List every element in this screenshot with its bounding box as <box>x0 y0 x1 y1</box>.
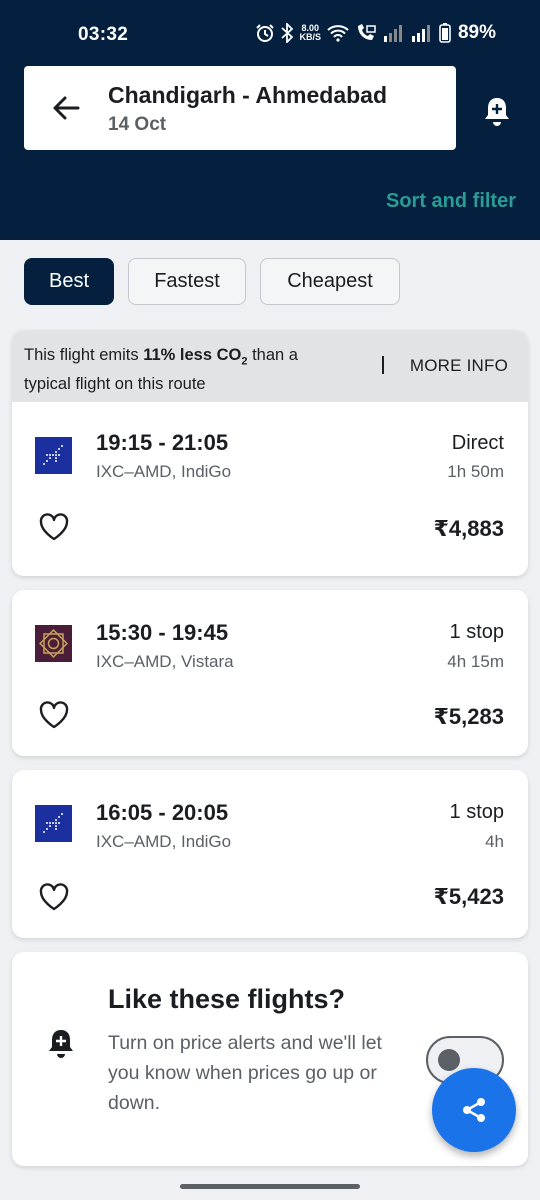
route-date: 14 Oct <box>108 114 167 135</box>
status-icons: 8.00 KB/S 89% <box>255 22 496 44</box>
status-bar: 03:32 8.00 KB/S 89% <box>0 0 540 66</box>
home-indicator[interactable] <box>180 1184 360 1189</box>
sort-tabs: Best Fastest Cheapest <box>24 258 400 305</box>
flight-card[interactable]: This flight emits 11% less CO2 than a ty… <box>12 330 528 576</box>
flight-price: ₹4,883 <box>433 516 504 541</box>
flight-price: ₹5,283 <box>433 704 504 729</box>
flight-price: ₹5,423 <box>433 884 504 909</box>
bluetooth-icon <box>281 23 294 43</box>
flight-details: 16:05 - 20:05 IXC–AMD, IndiGo 1 stop 4h … <box>12 770 528 938</box>
sort-and-filter-link[interactable]: Sort and filter <box>386 190 516 213</box>
flight-duration: 4h <box>485 832 504 851</box>
flight-card[interactable]: 16:05 - 20:05 IXC–AMD, IndiGo 1 stop 4h … <box>12 770 528 938</box>
flight-route-airline: IXC–AMD, Vistara <box>96 652 234 671</box>
heart-icon[interactable] <box>38 882 70 912</box>
eco-banner: This flight emits 11% less CO2 than a ty… <box>12 330 528 402</box>
flight-duration: 1h 50m <box>447 462 504 481</box>
route-summary-box[interactable]: Chandigarh - Ahmedabad 14 Oct <box>24 66 456 150</box>
back-arrow-icon[interactable] <box>50 92 82 124</box>
flight-stops: 1 stop <box>449 621 504 643</box>
status-time: 03:32 <box>78 24 129 45</box>
flight-stops: 1 stop <box>449 801 504 823</box>
heart-icon[interactable] <box>38 700 70 730</box>
flight-duration: 4h 15m <box>447 652 504 671</box>
signal-icon-2 <box>411 25 430 42</box>
price-alert-text: Turn on price alerts and we'll let you k… <box>108 1032 382 1114</box>
vistara-logo-icon <box>35 625 72 662</box>
battery-percent: 89% <box>457 22 496 43</box>
price-alert-title: Like these flights? <box>108 984 346 1014</box>
flight-details: 19:15 - 21:05 IXC–AMD, IndiGo Direct 1h … <box>12 402 528 572</box>
heart-icon[interactable] <box>38 512 70 542</box>
more-info-button[interactable]: MORE INFO <box>410 356 508 376</box>
tab-best[interactable]: Best <box>24 258 114 305</box>
flight-card[interactable]: 15:30 - 19:45 IXC–AMD, Vistara 1 stop 4h… <box>12 590 528 756</box>
divider <box>382 356 384 374</box>
flight-route-airline: IXC–AMD, IndiGo <box>96 462 232 481</box>
tab-fastest[interactable]: Fastest <box>128 258 246 305</box>
indigo-logo-icon <box>35 805 72 842</box>
header: Chandigarh - Ahmedabad 14 Oct Sort and f… <box>0 66 540 240</box>
flight-times: 19:15 - 21:05 <box>96 430 229 455</box>
indigo-logo-icon <box>35 437 72 474</box>
wifi-icon <box>327 25 349 42</box>
alarm-icon <box>256 24 275 42</box>
signal-icon <box>383 25 402 42</box>
flight-route-airline: IXC–AMD, IndiGo <box>96 832 232 851</box>
add-price-alert-icon <box>49 1030 73 1058</box>
share-icon <box>463 1098 485 1122</box>
tab-cheapest[interactable]: Cheapest <box>260 258 400 305</box>
flight-details: 15:30 - 19:45 IXC–AMD, Vistara 1 stop 4h… <box>12 590 528 756</box>
battery-icon <box>439 23 451 43</box>
flight-times: 16:05 - 20:05 <box>96 800 229 825</box>
flight-times: 15:30 - 19:45 <box>96 620 229 645</box>
toggle-knob <box>438 1049 460 1071</box>
add-price-alert-icon[interactable] <box>482 96 512 128</box>
eco-text: This flight emits 11% less CO2 than a ty… <box>24 346 298 394</box>
wifi-calling-icon <box>357 24 376 40</box>
route-title: Chandigarh - Ahmedabad <box>108 82 387 108</box>
share-button[interactable] <box>432 1068 516 1152</box>
flight-stops: Direct <box>451 432 504 454</box>
network-speed: 8.00 KB/S <box>299 23 321 42</box>
